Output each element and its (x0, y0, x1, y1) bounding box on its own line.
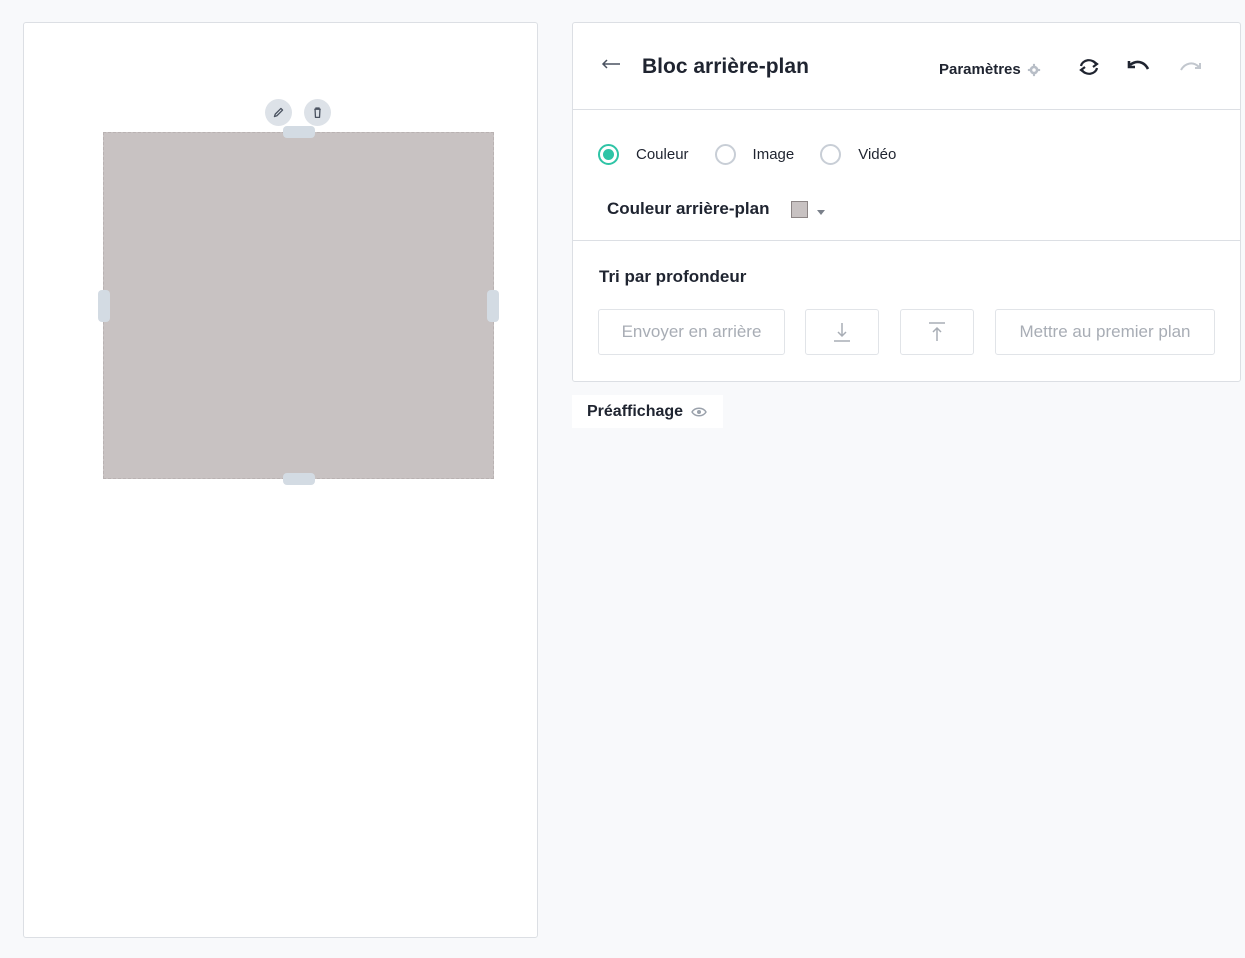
radio-indicator (714, 144, 736, 165)
resize-handle-top[interactable] (283, 126, 315, 138)
radio-label: Image (752, 146, 795, 163)
eye-icon (691, 407, 707, 416)
redo-icon[interactable] (1177, 56, 1203, 78)
arrow-left-icon[interactable] (601, 57, 621, 71)
radio-couleur[interactable]: Couleur (598, 144, 689, 165)
preview-label: Préaffichage (587, 402, 684, 420)
resize-handle-right[interactable] (487, 290, 499, 322)
bring-forward-button[interactable]: Mettre au premier plan (995, 309, 1215, 355)
send-to-back-button[interactable] (805, 309, 879, 355)
bring-to-front-button[interactable] (900, 309, 974, 355)
background-type-section: Couleur Image Vidéo Couleur arrière-plan (573, 110, 1240, 241)
depth-sort-title: Tri par profondeur (599, 267, 747, 286)
radio-label: Vidéo (858, 146, 897, 163)
color-swatch[interactable] (790, 200, 808, 218)
pencil-icon (273, 107, 284, 118)
panel-title: Bloc arrière-plan (642, 55, 809, 78)
radio-indicator (598, 144, 619, 165)
settings-button[interactable]: Paramètres (939, 61, 1041, 78)
background-type-options: Couleur Image Vidéo (598, 144, 922, 165)
radio-label: Couleur (636, 146, 689, 163)
trash-icon (314, 107, 321, 119)
canvas-area (23, 22, 538, 938)
delete-block-button[interactable] (304, 99, 331, 126)
panel-header: Bloc arrière-plan Paramètres (573, 23, 1240, 110)
arrow-down-to-line-icon (834, 323, 850, 342)
radio-image[interactable]: Image (714, 144, 795, 165)
sync-icon[interactable] (1076, 56, 1102, 78)
chevron-down-icon[interactable] (816, 209, 825, 215)
background-block[interactable] (98, 126, 499, 485)
background-color-row: Couleur arrière-plan (607, 199, 825, 219)
gear-icon (1027, 63, 1040, 76)
radio-video[interactable]: Vidéo (820, 144, 896, 165)
resize-handle-left[interactable] (98, 290, 110, 322)
arrow-up-to-line-icon (929, 322, 945, 341)
radio-indicator (820, 144, 842, 165)
background-color-label: Couleur arrière-plan (607, 199, 770, 218)
preview-button[interactable]: Préaffichage (572, 395, 723, 428)
send-backward-button[interactable]: Envoyer en arrière (598, 309, 785, 355)
settings-label: Paramètres (939, 61, 1021, 78)
edit-block-button[interactable] (265, 99, 292, 126)
resize-handle-bottom[interactable] (283, 473, 315, 485)
undo-icon[interactable] (1126, 56, 1152, 78)
